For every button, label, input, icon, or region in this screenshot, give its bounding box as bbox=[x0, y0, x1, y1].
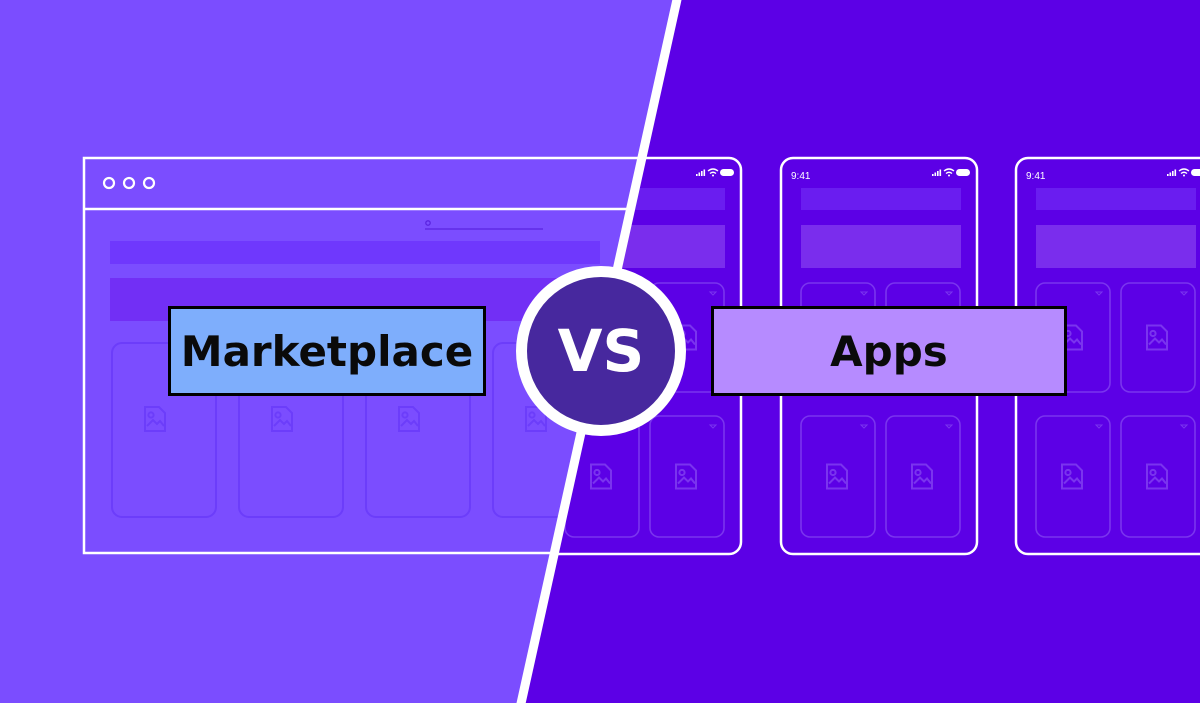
banner-placeholder bbox=[110, 241, 600, 264]
battery-icon bbox=[956, 169, 970, 176]
battery-icon bbox=[720, 169, 734, 176]
vs-badge: VS bbox=[516, 266, 686, 436]
hero-placeholder bbox=[1036, 225, 1196, 268]
hero-placeholder bbox=[801, 225, 961, 268]
vs-text: VS bbox=[557, 317, 645, 385]
marketplace-text: Marketplace bbox=[180, 326, 474, 376]
status-time: 9:41 bbox=[791, 171, 811, 182]
battery-icon bbox=[1191, 169, 1200, 176]
apps-label: Apps bbox=[711, 306, 1067, 396]
apps-text: Apps bbox=[830, 326, 948, 376]
marketplace-label: Marketplace bbox=[168, 306, 486, 396]
status-time: 9:41 bbox=[1026, 171, 1046, 182]
header-placeholder bbox=[801, 188, 961, 210]
header-placeholder bbox=[1036, 188, 1196, 210]
